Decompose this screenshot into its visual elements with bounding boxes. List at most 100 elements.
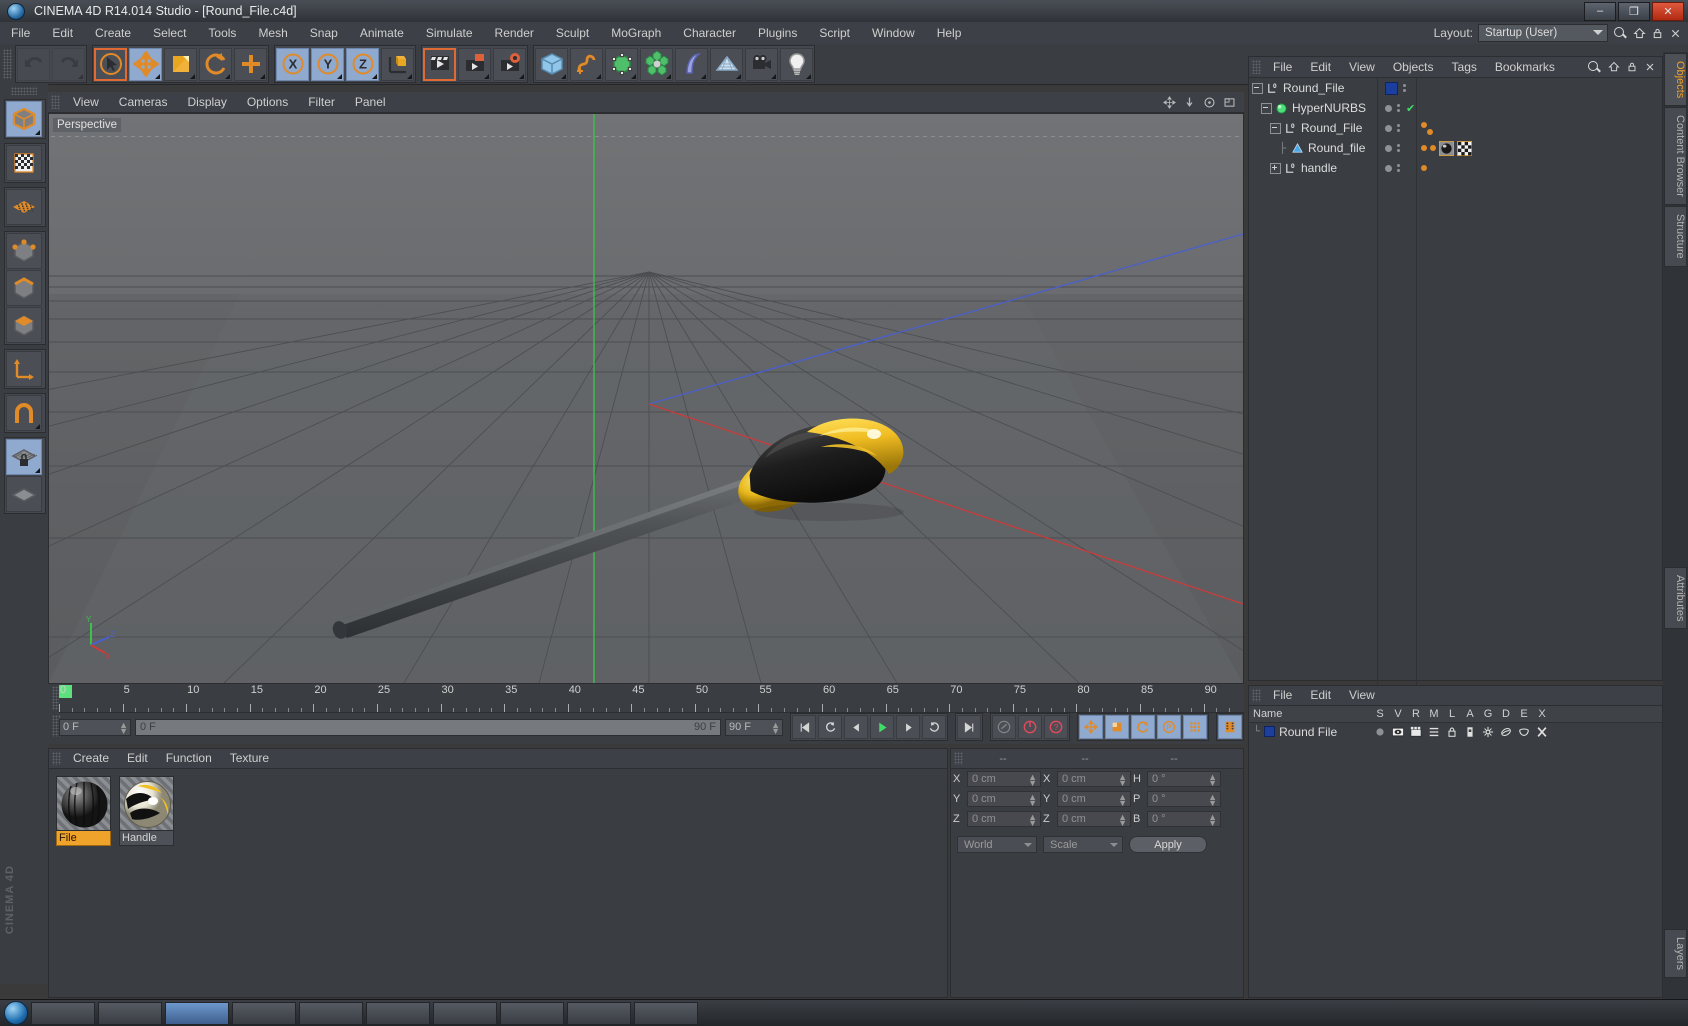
viewport-grip[interactable] [51, 95, 60, 109]
dropdown-corner-icon[interactable] [631, 73, 636, 79]
previous-key-button[interactable] [818, 715, 842, 739]
animation-icon[interactable] [1461, 726, 1479, 738]
coord-field-rotation[interactable]: 0 ° ▲ ▼ [1147, 791, 1221, 808]
minimize-button[interactable]: – [1584, 1, 1616, 21]
coordinate-system-select[interactable]: World [957, 836, 1037, 853]
key-rotation-button[interactable] [1131, 715, 1155, 739]
coord-field-size[interactable]: 0 cm ▲ ▼ [1057, 791, 1131, 808]
visibility-dot-icon[interactable] [1385, 104, 1392, 112]
step-back-button[interactable] [844, 715, 868, 739]
menu-item-render[interactable]: Render [484, 22, 545, 44]
dropdown-corner-icon[interactable] [519, 73, 524, 79]
menu-item-file[interactable]: File [0, 22, 41, 44]
timeline-range-bar[interactable]: 0 F 90 F [135, 718, 721, 736]
viewport-menu-view[interactable]: View [63, 92, 109, 112]
orbit-camera-icon[interactable] [1203, 96, 1216, 109]
render-view-button[interactable] [423, 47, 456, 81]
keyframe-dot-icon[interactable] [1430, 145, 1436, 151]
editor-visibility-dots-icon[interactable] [1397, 164, 1400, 172]
material-menu-function[interactable]: Function [157, 749, 221, 768]
keyframe-dot-icon[interactable] [1421, 165, 1427, 171]
object-tree-row[interactable]: HyperNURBS [1249, 98, 1377, 118]
menu-item-sculpt[interactable]: Sculpt [545, 22, 600, 44]
polygon-mode-button[interactable] [6, 307, 42, 343]
bend-deformer-button[interactable] [675, 47, 708, 81]
taskbar-item[interactable] [232, 1001, 296, 1025]
world-object-axis-button[interactable] [381, 47, 414, 81]
expander-toggle-icon[interactable] [1270, 122, 1281, 134]
coord-field-size[interactable]: 0 cm ▲ ▼ [1057, 811, 1131, 828]
coord-field-rotation[interactable]: 0 ° ▲ ▼ [1147, 771, 1221, 788]
dropdown-corner-icon[interactable] [806, 73, 811, 79]
rotate-button[interactable] [199, 47, 232, 81]
visibility-dot-icon[interactable] [1385, 164, 1392, 172]
next-tool-button[interactable] [234, 47, 267, 81]
layer-color-swatch[interactable] [1264, 726, 1276, 737]
layer-row[interactable]: └ Round File [1249, 723, 1662, 740]
viewport-menu-cameras[interactable]: Cameras [109, 92, 178, 112]
toolbar-grip[interactable] [3, 49, 12, 79]
solo-dot[interactable] [1371, 726, 1389, 738]
undo-button[interactable] [17, 47, 50, 81]
left-toolbar-grip[interactable] [11, 87, 37, 95]
edge-mode-button[interactable] [6, 270, 42, 306]
manager-icon[interactable] [1425, 726, 1443, 738]
layer-menu-view[interactable]: View [1340, 686, 1384, 705]
close-button[interactable]: ✕ [1652, 1, 1684, 21]
cube-primitive-button[interactable] [535, 47, 568, 81]
spinner-icon[interactable]: ▲ ▼ [1118, 813, 1127, 828]
array-button[interactable] [640, 47, 673, 81]
move-camera-icon[interactable] [1163, 95, 1176, 109]
key-position-button[interactable] [1079, 715, 1103, 739]
coord-field-position[interactable]: 0 cm ▲ ▼ [967, 811, 1041, 828]
visibility-dot-icon[interactable] [1385, 144, 1392, 152]
start-button-icon[interactable] [4, 1001, 28, 1025]
dropdown-corner-icon[interactable] [666, 73, 671, 79]
go-to-start-button[interactable] [792, 715, 816, 739]
material-swatch[interactable] [56, 776, 111, 831]
menu-item-edit[interactable]: Edit [41, 22, 84, 44]
side-tab-structure[interactable]: Structure [1664, 206, 1687, 267]
spinner-icon[interactable]: ▲ ▼ [1118, 773, 1127, 788]
material-swatch[interactable] [119, 776, 174, 831]
dropdown-corner-icon[interactable] [484, 73, 489, 79]
layer-menu-edit[interactable]: Edit [1301, 686, 1340, 705]
menu-item-window[interactable]: Window [861, 22, 926, 44]
object-menu-edit[interactable]: Edit [1301, 57, 1340, 77]
taskbar-item-active[interactable] [165, 1001, 229, 1025]
next-key-button[interactable] [922, 715, 946, 739]
layer-manager-grip[interactable] [1252, 689, 1261, 702]
dropdown-corner-icon[interactable] [771, 73, 776, 79]
editor-visibility-dots-icon[interactable] [1397, 104, 1400, 112]
viewport-menu-options[interactable]: Options [237, 92, 298, 112]
menu-item-tools[interactable]: Tools [197, 22, 247, 44]
close-icon[interactable] [1669, 27, 1682, 40]
camera-button[interactable] [745, 47, 778, 81]
dropdown-corner-icon[interactable] [407, 73, 412, 79]
lock-icon[interactable] [1443, 726, 1461, 738]
key-scale-button[interactable] [1105, 715, 1129, 739]
menu-item-mesh[interactable]: Mesh [247, 22, 298, 44]
workplane-lock-button[interactable] [6, 439, 42, 475]
key-parameter-button[interactable]: P [1157, 715, 1181, 739]
coord-field-rotation[interactable]: 0 ° ▲ ▼ [1147, 811, 1221, 828]
texture-mode-button[interactable] [6, 145, 42, 181]
coord-field-position[interactable]: 0 cm ▲ ▼ [967, 771, 1041, 788]
layer-column-v[interactable]: V [1389, 708, 1407, 720]
taskbar-item[interactable] [634, 1001, 698, 1025]
record-button[interactable] [1018, 715, 1042, 739]
workplane-button[interactable] [6, 476, 42, 512]
material-item[interactable]: Handle [119, 776, 174, 846]
object-tree-row[interactable]: 0 Round_File [1249, 118, 1377, 138]
material-menu-texture[interactable]: Texture [221, 749, 278, 768]
keyframe-dot-icon[interactable] [1427, 128, 1433, 135]
taskbar-item[interactable] [567, 1001, 631, 1025]
spinner-icon[interactable]: ▲ ▼ [119, 720, 128, 735]
object-menu-objects[interactable]: Objects [1384, 57, 1443, 77]
apply-button[interactable]: Apply [1129, 836, 1207, 853]
dropdown-corner-icon[interactable] [78, 73, 83, 79]
render-icon[interactable] [1407, 726, 1425, 738]
spinner-icon[interactable]: ▲ ▼ [771, 720, 780, 735]
object-layer-color[interactable] [1385, 81, 1398, 95]
home-icon[interactable] [1608, 61, 1620, 73]
